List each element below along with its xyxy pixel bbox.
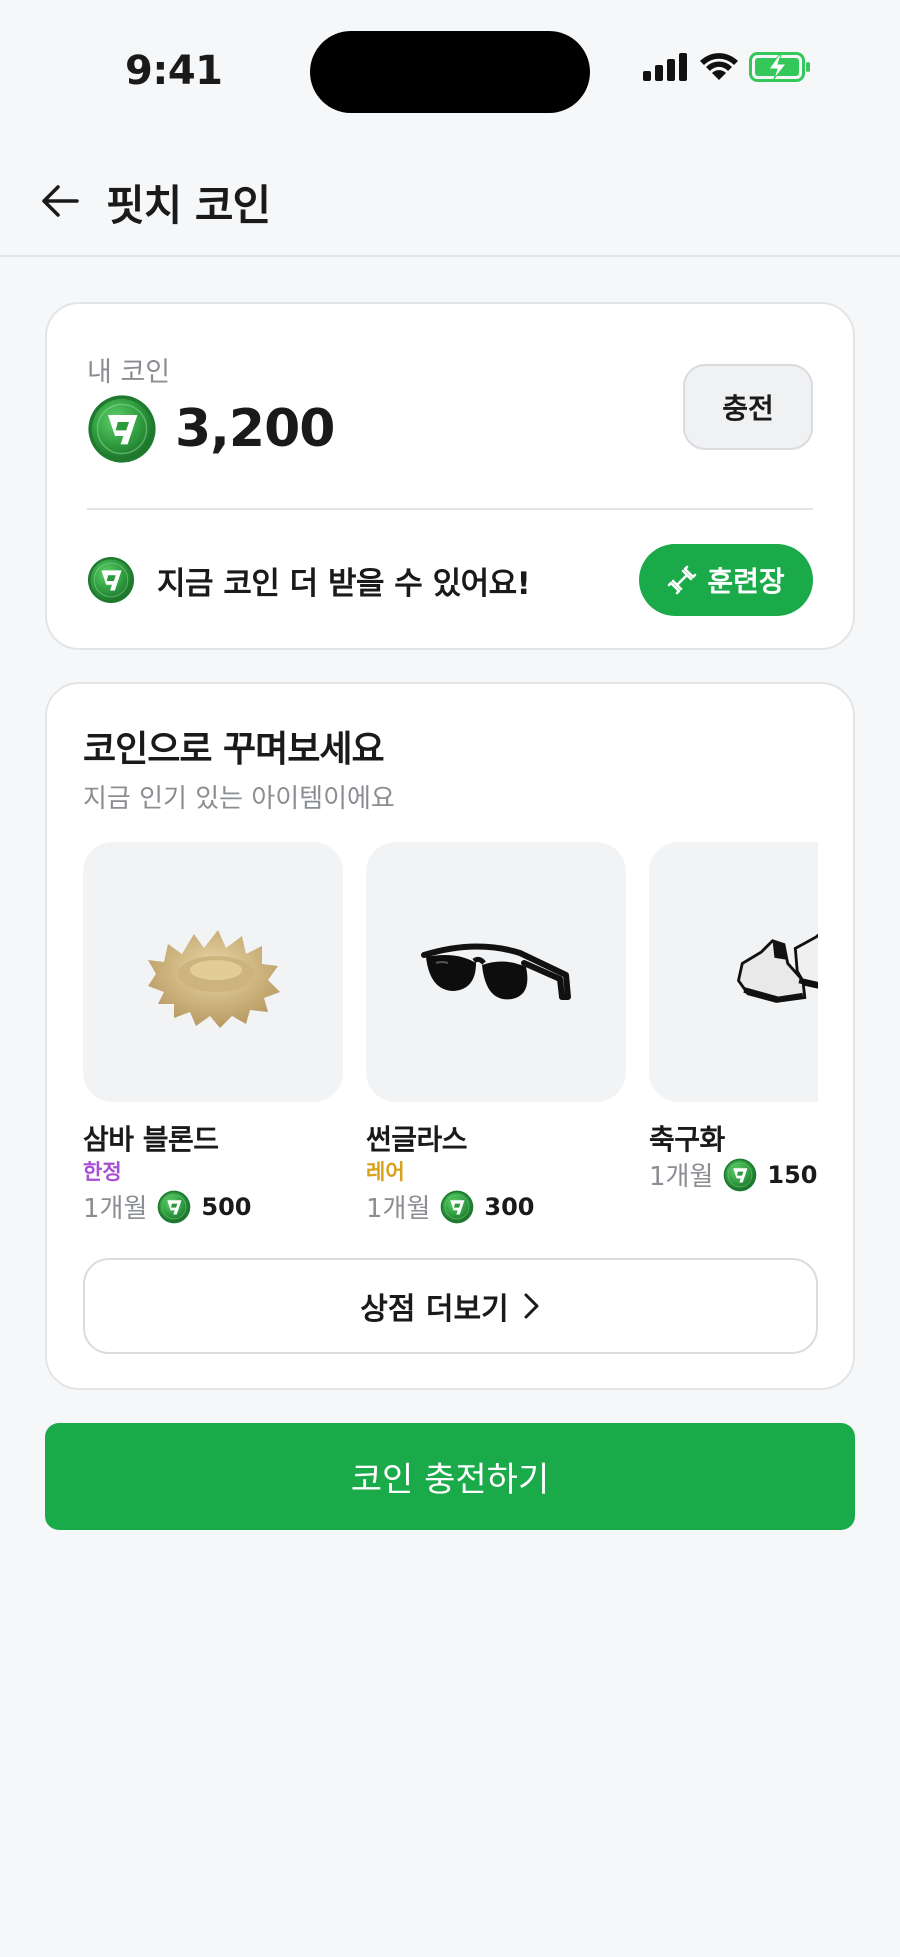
charge-coins-button[interactable]: 코인 충전하기 — [45, 1423, 855, 1530]
training-ground-button[interactable]: 훈련장 — [639, 544, 813, 616]
divider — [87, 508, 813, 510]
item-name: 축구화 — [649, 1123, 725, 1156]
item-price: 1개월 150 — [649, 1156, 818, 1193]
battery-charging-icon — [749, 52, 810, 82]
coin-icon — [157, 1190, 191, 1224]
shop-subtitle: 지금 인기 있는 아이템이에요 — [83, 784, 395, 814]
item-carousel[interactable]: 삼바 블론드 한정 1개월 500 썬글라스 레어 1개월 300 축구화 1개… — [83, 842, 818, 1242]
shop-card: 코인으로 꾸며보세요 지금 인기 있는 아이템이에요 삼바 블론드 한정 1개월… — [45, 682, 855, 1390]
soccer-cleats-icon — [736, 933, 818, 1003]
shop-item[interactable]: 삼바 블론드 한정 1개월 500 — [83, 842, 343, 1225]
item-price: 1개월 500 — [83, 1188, 343, 1225]
price-value: 300 — [484, 1192, 535, 1221]
cellular-signal-icon — [643, 53, 687, 81]
status-icons — [643, 52, 811, 82]
item-price: 1개월 300 — [366, 1188, 626, 1225]
price-value: 500 — [201, 1192, 252, 1221]
item-thumbnail — [83, 842, 343, 1102]
item-thumbnail — [366, 842, 626, 1102]
price-period: 1개월 — [366, 1194, 431, 1224]
training-ground-label: 훈련장 — [707, 565, 785, 598]
promo-row: 지금 코인 더 받을 수 있어요! — [87, 556, 531, 604]
shop-title: 코인으로 꾸며보세요 — [83, 729, 385, 770]
price-period: 1개월 — [83, 1194, 148, 1224]
page-title: 핏치 코인 — [106, 181, 271, 230]
item-rarity-badge: 한정 — [83, 1160, 122, 1184]
dynamic-island — [310, 31, 590, 113]
item-rarity-badge: 레어 — [366, 1160, 405, 1184]
coin-icon — [87, 556, 135, 604]
arrow-left-icon — [42, 185, 79, 217]
coin-balance-card: 내 코인 3,200 충전 지금 코인 더 받을 수 있어요! 훈련장 — [45, 302, 855, 650]
coin-icon — [87, 394, 157, 464]
my-coin-label: 내 코인 — [87, 357, 171, 388]
samba-blonde-hair-icon — [148, 930, 280, 1028]
price-period: 1개월 — [649, 1162, 714, 1192]
dumbbell-icon — [668, 565, 697, 595]
item-name: 썬글라스 — [366, 1123, 468, 1156]
coin-balance: 3,200 — [175, 399, 335, 459]
promo-text: 지금 코인 더 받을 수 있어요! — [157, 565, 531, 602]
app-header: 핏치 코인 — [0, 150, 900, 257]
price-value: 150 — [767, 1160, 818, 1189]
status-bar: 9:41 — [0, 0, 900, 150]
wifi-icon — [700, 53, 738, 80]
sunglasses-icon — [421, 943, 571, 1000]
coin-icon — [723, 1158, 757, 1192]
back-button[interactable] — [34, 175, 86, 227]
balance-row: 3,200 — [87, 394, 335, 464]
item-track: 삼바 블론드 한정 1개월 500 썬글라스 레어 1개월 300 축구화 1개… — [83, 842, 818, 1225]
item-name: 삼바 블론드 — [83, 1123, 219, 1156]
coin-icon — [440, 1190, 474, 1224]
item-thumbnail — [649, 842, 818, 1102]
shop-more-button[interactable]: 상점 더보기 — [83, 1258, 818, 1354]
chevron-right-icon — [524, 1293, 539, 1319]
shop-item[interactable]: 썬글라스 레어 1개월 300 — [366, 842, 626, 1225]
shop-item[interactable]: 축구화 1개월 150 — [649, 842, 818, 1225]
charge-button[interactable]: 충전 — [683, 364, 813, 450]
shop-more-label: 상점 더보기 — [360, 1292, 509, 1327]
status-time: 9:41 — [125, 48, 223, 94]
